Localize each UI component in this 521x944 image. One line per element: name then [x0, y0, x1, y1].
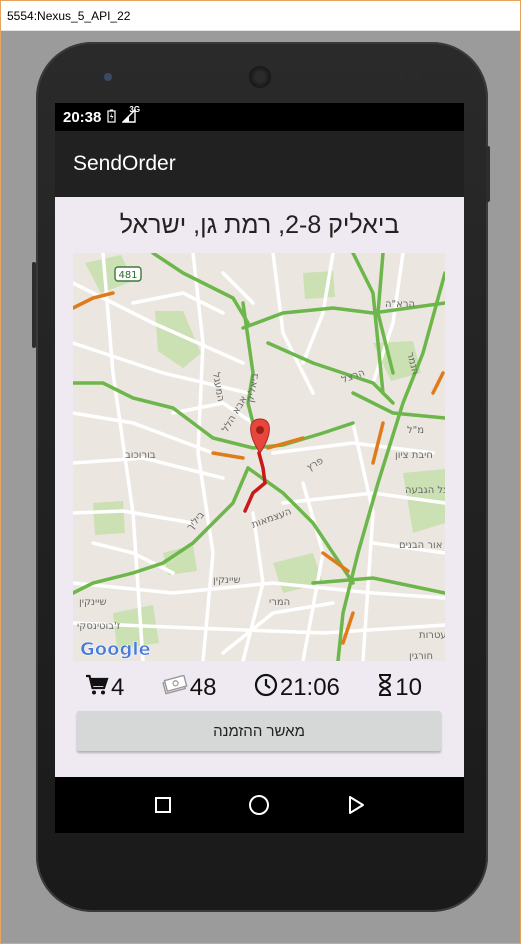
volume-button[interactable] [32, 262, 36, 348]
network-type: 3G [129, 104, 141, 114]
map-label: שיינקין [79, 597, 107, 608]
map-label: בורוכוב [125, 450, 156, 461]
back-button[interactable] [336, 785, 376, 825]
cart-icon [85, 674, 109, 703]
map-label: אור הבנים [399, 540, 442, 551]
map-label: חיבת ציון [395, 450, 433, 461]
delivery-address: ביאליק 2-8, רמת גן, ישראל [119, 211, 400, 239]
map-label: הרא"ה [385, 299, 415, 310]
map-label: חורגין [409, 651, 433, 661]
duration-value: 10 [395, 674, 422, 701]
amount-stat: 48 [161, 674, 217, 702]
speaker-grille [249, 66, 271, 88]
camera-icon [104, 73, 112, 81]
order-content: ביאליק 2-8, רמת גן, ישראל הרא"ה המעגל בי… [55, 197, 464, 777]
duration-stat: 10 [377, 673, 422, 704]
app-title: SendOrder [73, 152, 176, 175]
map-label: שיינקין [213, 575, 241, 586]
clock-icon [254, 673, 278, 704]
items-count: 4 [111, 674, 125, 701]
map-label: עטרות [419, 630, 445, 641]
route-shield: 481 [118, 270, 137, 281]
window-title: 5554:Nexus_5_API_22 [1, 1, 520, 31]
proximity-sensor [399, 73, 405, 79]
map-label: ז'בוטינסקי [77, 621, 121, 632]
route-map[interactable]: הרא"ה המעגל ביאליק אבא הלל הרצל בורוכוב … [73, 253, 445, 661]
square-icon [155, 797, 172, 813]
delivery-time: 21:06 [279, 674, 340, 701]
time-stat: 21:06 [254, 673, 340, 704]
hourglass-icon [377, 673, 393, 704]
status-time: 20:38 [63, 108, 102, 126]
map-label: מ"ל [407, 425, 424, 436]
nav-bar [55, 777, 464, 833]
map-label: צל הגבעה [405, 485, 445, 496]
recent-apps-button[interactable] [143, 785, 183, 825]
google-logo: Google [80, 639, 151, 660]
device-screen: 20:38 3G SendOrder ביאליק 2-8, רמת גן, י… [55, 103, 464, 833]
light-sensor [414, 73, 420, 79]
home-button[interactable] [239, 785, 279, 825]
cash-icon [161, 674, 188, 702]
order-stats: 4 48 21:06 10 [55, 671, 464, 705]
app-bar: SendOrder [55, 131, 464, 197]
status-bar: 20:38 3G [55, 103, 464, 131]
triangle-icon [348, 796, 364, 814]
signal-icon: 3G [121, 105, 140, 126]
map-label: המרי [269, 597, 290, 608]
amount-value: 48 [189, 674, 217, 701]
confirm-order-button[interactable]: מאשר ההזמנה [77, 711, 441, 751]
battery-icon [107, 109, 116, 126]
circle-icon [249, 795, 270, 815]
items-stat: 4 [85, 674, 124, 703]
map-canvas: הרא"ה המעגל ביאליק אבא הלל הרצל בורוכוב … [73, 253, 445, 661]
power-button[interactable] [486, 146, 490, 202]
